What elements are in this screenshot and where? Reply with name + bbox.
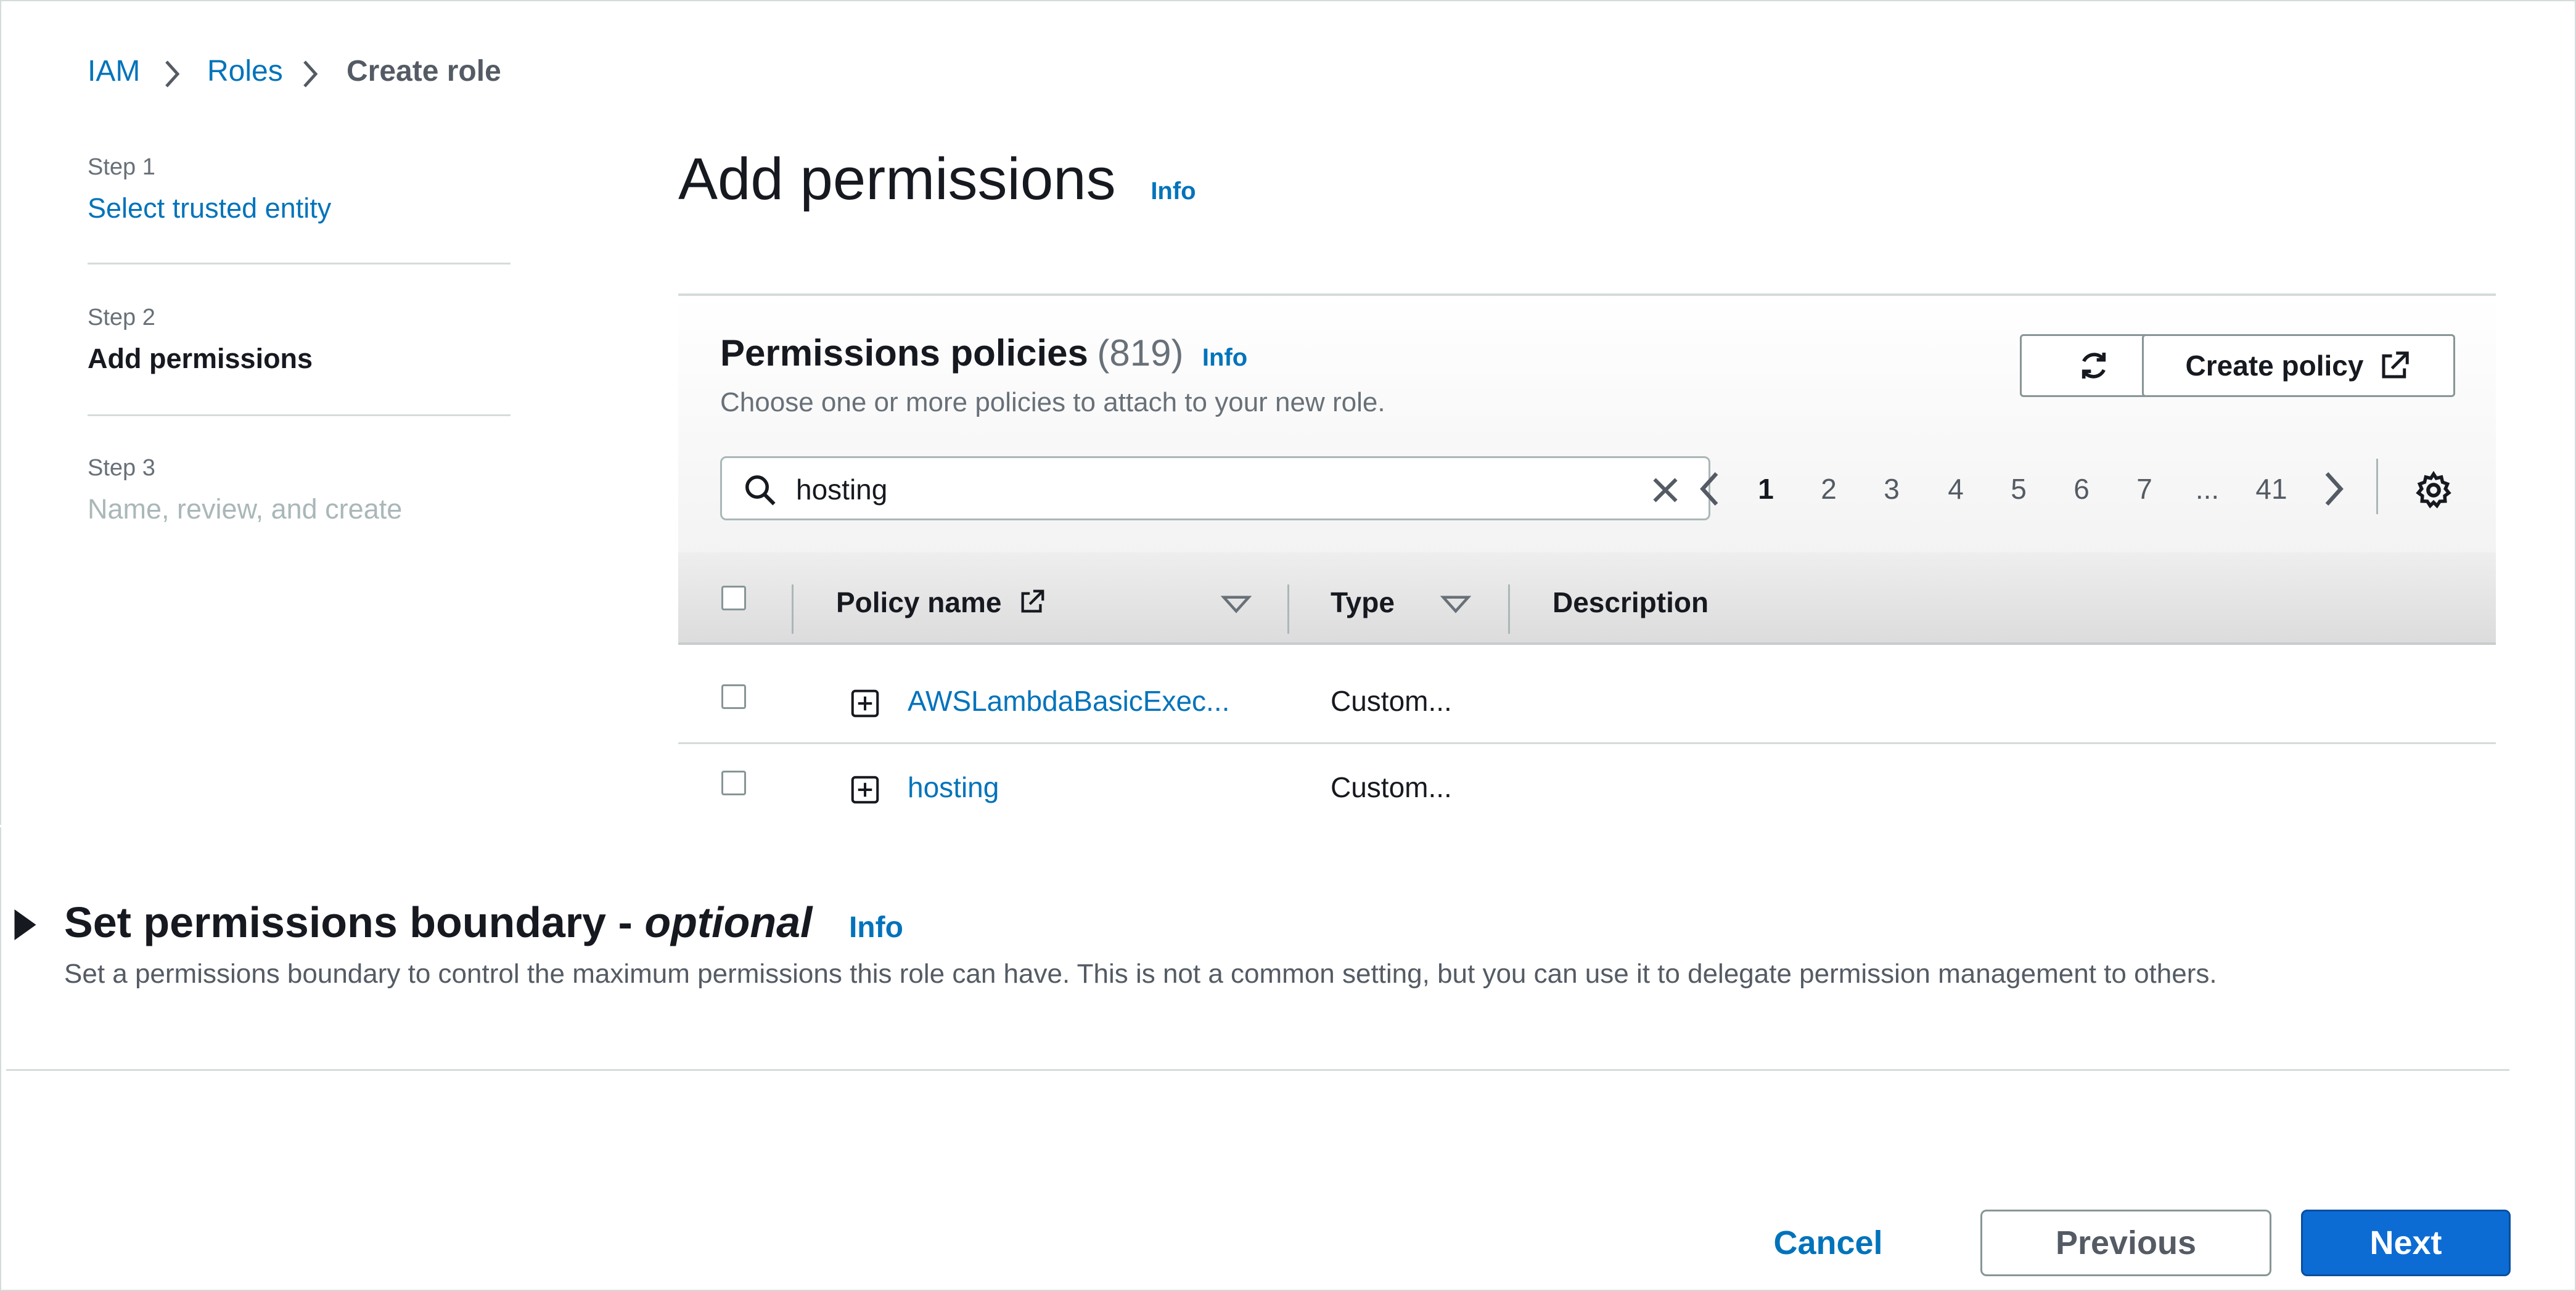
next-page-icon[interactable] — [2315, 467, 2352, 510]
permissions-policies-panel: Permissions policies (819) Info Choose o… — [678, 293, 2496, 804]
breadcrumb-roles[interactable]: Roles — [207, 54, 283, 88]
search-icon — [745, 475, 776, 506]
caret-right-expand-icon[interactable] — [10, 906, 41, 943]
boundary-info-link[interactable]: Info — [849, 911, 903, 944]
permissions-boundary-title[interactable]: Set permissions boundary - optional Info — [64, 898, 903, 947]
policy-type: Custom... — [1331, 685, 1452, 717]
pagination-divider — [2376, 459, 2378, 514]
sort-caret-down-icon[interactable] — [1220, 593, 1253, 615]
panel-info-link[interactable]: Info — [1202, 344, 1247, 371]
step-divider — [88, 414, 511, 416]
page-4[interactable]: 4 — [1937, 472, 1974, 506]
step-1-link[interactable]: Select trusted entity — [88, 192, 331, 224]
step-2-current: Add permissions — [88, 343, 313, 374]
page-41[interactable]: 41 — [2253, 472, 2290, 506]
policy-name-link[interactable]: hosting — [908, 771, 999, 804]
previous-page-icon[interactable] — [1692, 467, 1729, 510]
refresh-icon — [2082, 353, 2106, 379]
panel-title-text: Permissions policies — [720, 332, 1088, 374]
column-header-policy-name[interactable]: Policy name — [836, 586, 1046, 619]
settings-gear-icon[interactable] — [2413, 470, 2454, 510]
step-3-label: Step 3 — [88, 455, 155, 481]
boundary-title-text: Set permissions boundary - — [64, 898, 645, 946]
page-2[interactable]: 2 — [1810, 472, 1847, 506]
policy-count: (819) — [1097, 332, 1184, 374]
policy-name-header-label: Policy name — [836, 586, 1002, 618]
sort-caret-down-icon[interactable] — [1439, 593, 1472, 615]
column-divider — [792, 584, 794, 634]
select-all-checkbox[interactable] — [721, 586, 746, 610]
page-7[interactable]: 7 — [2126, 472, 2163, 506]
create-policy-label: Create policy — [2185, 350, 2364, 382]
section-gap — [0, 825, 2574, 827]
step-divider — [88, 263, 511, 264]
page-ellipsis: ... — [2195, 473, 2220, 505]
column-divider — [1287, 584, 1289, 634]
column-header-description: Description — [1553, 586, 1709, 618]
step-3-disabled: Name, review, and create — [88, 493, 403, 525]
row-checkbox[interactable] — [721, 684, 746, 709]
chevron-right-icon — [303, 60, 318, 88]
column-divider — [1508, 584, 1510, 634]
next-button[interactable]: Next — [2301, 1210, 2511, 1276]
policy-name-link[interactable]: AWSLambdaBasicExec... — [908, 684, 1229, 718]
step-1-label: Step 1 — [88, 154, 155, 180]
previous-button[interactable]: Previous — [1980, 1210, 2271, 1276]
boundary-optional-label: optional — [644, 898, 813, 946]
panel-subtitle: Choose one or more policies to attach to… — [720, 387, 1385, 417]
section-divider — [6, 1069, 2509, 1071]
row-checkbox[interactable] — [721, 771, 746, 795]
page-info-link[interactable]: Info — [1151, 178, 1196, 205]
chevron-right-icon — [165, 60, 180, 88]
page-title: Add permissions Info — [678, 145, 1196, 213]
policy-type: Custom... — [1331, 771, 1452, 803]
page-3[interactable]: 3 — [1873, 472, 1910, 506]
column-header-type[interactable]: Type — [1331, 586, 1395, 619]
page-title-text: Add permissions — [678, 146, 1116, 212]
permissions-boundary-description: Set a permissions boundary to control th… — [64, 959, 2217, 989]
create-policy-button[interactable]: Create policy — [2142, 334, 2455, 397]
policy-search-box — [720, 456, 1710, 520]
page-5[interactable]: 5 — [2000, 472, 2037, 506]
policy-search-input[interactable] — [795, 469, 1599, 510]
row-divider — [678, 742, 2496, 744]
page-1[interactable]: 1 — [1747, 472, 1784, 506]
panel-title: Permissions policies (819) Info — [720, 332, 1247, 374]
breadcrumb-iam[interactable]: IAM — [88, 54, 140, 88]
clear-search-icon[interactable] — [1647, 472, 1684, 509]
external-link-icon — [2382, 351, 2410, 379]
expand-plus-icon[interactable] — [848, 687, 882, 720]
breadcrumb-current: Create role — [347, 55, 501, 88]
page-6[interactable]: 6 — [2063, 472, 2100, 506]
expand-plus-icon[interactable] — [848, 773, 882, 806]
cancel-button[interactable]: Cancel — [1745, 1210, 1911, 1276]
external-link-icon — [1021, 589, 1044, 613]
step-2-label: Step 2 — [88, 305, 155, 330]
